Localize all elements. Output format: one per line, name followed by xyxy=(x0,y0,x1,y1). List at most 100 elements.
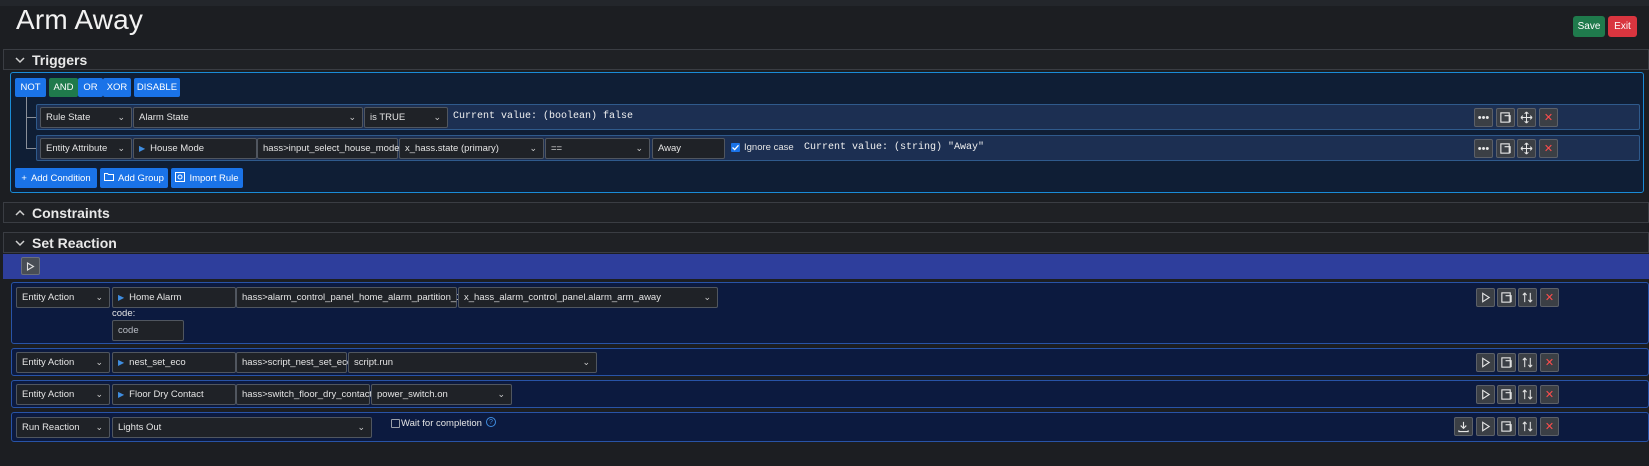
reaction-row: Entity Action ⌄ ▶ Floor Dry Contact hass>s… xyxy=(11,380,1649,408)
play-icon[interactable] xyxy=(1476,385,1495,404)
reaction-select[interactable]: Lights Out ⌄ xyxy=(112,417,372,438)
entity-picker[interactable]: ▶ nest_set_eco xyxy=(112,352,236,373)
reaction-toolbar xyxy=(3,254,1649,279)
chevron-up-icon xyxy=(14,207,28,219)
reaction-type-select[interactable]: Run Reaction ⌄ xyxy=(16,417,110,438)
close-icon[interactable]: ✕ xyxy=(1540,385,1559,404)
attribute-select[interactable]: x_hass.state (primary) ⌄ xyxy=(399,138,544,159)
current-value-text: Current value: (boolean) false xyxy=(453,111,634,122)
page-title: Arm Away xyxy=(16,4,144,35)
ignore-case-checkbox[interactable] xyxy=(731,143,740,152)
top-strip xyxy=(0,0,1649,6)
reaction-row: Entity Action ⌄ ▶ nest_set_eco hass>script… xyxy=(11,348,1649,376)
operator-select[interactable]: == ⌄ xyxy=(545,138,650,159)
plus-icon: + xyxy=(21,172,27,184)
chevron-down-icon: ⌄ xyxy=(529,143,537,153)
expand-icon: ▶ xyxy=(118,293,125,302)
add-condition-button[interactable]: + Add Condition xyxy=(15,168,97,188)
chevron-down-icon: ⌄ xyxy=(357,422,365,432)
chevron-down-icon: ⌄ xyxy=(703,292,711,302)
chevron-down-icon: ⌄ xyxy=(95,389,103,399)
add-group-button[interactable]: Add Group xyxy=(100,168,168,188)
entity-id-field: hass>alarm_control_panel_home_alarm_part… xyxy=(236,287,461,308)
constraints-title: Constraints xyxy=(32,204,110,221)
chevron-down-icon: ⌄ xyxy=(117,143,125,153)
play-icon[interactable] xyxy=(1476,288,1495,307)
constraints-section-header[interactable]: Constraints xyxy=(3,202,1649,223)
triggers-title: Triggers xyxy=(32,51,88,68)
chevron-down-icon: ⌄ xyxy=(95,292,103,302)
ignore-case-label: Ignore case xyxy=(744,142,794,153)
entity-picker[interactable]: ▶ Floor Dry Contact xyxy=(112,384,236,405)
close-icon[interactable]: ✕ xyxy=(1539,108,1558,127)
chevron-down-icon: ⌄ xyxy=(95,357,103,367)
close-icon[interactable]: ✕ xyxy=(1540,353,1559,372)
play-icon[interactable] xyxy=(1476,353,1495,372)
param-label: code: xyxy=(112,308,136,319)
expand-icon: ▶ xyxy=(118,390,125,399)
copy-icon[interactable] xyxy=(1497,417,1516,436)
triggers-section-header[interactable]: Triggers xyxy=(3,49,1649,70)
reorder-icon[interactable] xyxy=(1518,385,1537,404)
condition-row: Rule State ⌄ Alarm State ⌄ is TRUE ⌄ Curren… xyxy=(36,104,1640,130)
exit-button[interactable]: Exit xyxy=(1608,16,1637,37)
move-icon[interactable] xyxy=(1517,139,1536,158)
copy-icon[interactable] xyxy=(1497,288,1516,307)
and-button[interactable]: AND xyxy=(49,78,78,97)
more-icon[interactable]: ••• xyxy=(1474,139,1493,158)
play-icon[interactable] xyxy=(21,257,40,275)
move-icon[interactable] xyxy=(1517,108,1536,127)
reaction-row: Run Reaction ⌄ Lights Out ⌄ Wait for compl… xyxy=(11,412,1649,442)
set-reaction-title: Set Reaction xyxy=(32,234,117,251)
condition-row: Entity Attribute ⌄ ▶ House Mode hass>input… xyxy=(36,135,1640,161)
action-select[interactable]: script.run ⌄ xyxy=(348,352,597,373)
action-select[interactable]: x_hass_alarm_control_panel.alarm_arm_awa… xyxy=(458,287,718,308)
entity-picker[interactable]: ▶ Home Alarm xyxy=(112,287,236,308)
value-input[interactable]: Away xyxy=(652,138,725,159)
copy-icon[interactable] xyxy=(1497,385,1516,404)
reaction-row: Entity Action ⌄ ▶ Home Alarm hass>alarm_co… xyxy=(11,282,1649,344)
help-icon[interactable]: ? xyxy=(486,417,496,427)
entity-picker[interactable]: ▶ House Mode xyxy=(133,138,257,159)
tree-branch xyxy=(26,148,36,149)
chevron-down-icon: ⌄ xyxy=(497,389,505,399)
entity-id-field: hass>script_nest_set_eco xyxy=(236,352,352,373)
import-rule-button[interactable]: Import Rule xyxy=(171,168,243,188)
close-icon[interactable]: ✕ xyxy=(1540,417,1559,436)
not-button[interactable]: NOT xyxy=(15,78,46,97)
wait-for-completion-checkbox[interactable] xyxy=(391,419,400,428)
entity-id-field: hass>input_select_house_mode xyxy=(257,138,400,159)
reorder-icon[interactable] xyxy=(1518,353,1537,372)
copy-icon[interactable] xyxy=(1496,139,1515,158)
action-select[interactable]: power_switch.on ⌄ xyxy=(371,384,512,405)
chevron-down-icon: ⌄ xyxy=(117,112,125,122)
close-icon[interactable]: ✕ xyxy=(1539,139,1558,158)
code-input[interactable]: code xyxy=(112,320,184,341)
reaction-type-select[interactable]: Entity Action ⌄ xyxy=(16,352,110,373)
copy-icon[interactable] xyxy=(1496,108,1515,127)
reorder-icon[interactable] xyxy=(1518,288,1537,307)
xor-button[interactable]: XOR xyxy=(103,78,131,97)
more-icon[interactable]: ••• xyxy=(1474,108,1493,127)
reaction-type-select[interactable]: Entity Action ⌄ xyxy=(16,384,110,405)
chevron-down-icon: ⌄ xyxy=(582,357,590,367)
play-icon[interactable] xyxy=(1476,417,1495,436)
condition-type-select[interactable]: Entity Attribute ⌄ xyxy=(40,138,132,159)
chevron-down-icon: ⌄ xyxy=(635,143,643,153)
set-reaction-section-header[interactable]: Set Reaction xyxy=(3,232,1649,253)
expand-icon: ▶ xyxy=(139,144,146,153)
disable-button[interactable]: DISABLE xyxy=(134,78,180,97)
current-value-text: Current value: (string) "Away" xyxy=(804,142,985,153)
condition-type-select[interactable]: Rule State ⌄ xyxy=(40,107,132,128)
reaction-type-select[interactable]: Entity Action ⌄ xyxy=(16,287,110,308)
chevron-down-icon: ⌄ xyxy=(95,422,103,432)
tree-branch xyxy=(26,117,36,118)
download-icon[interactable] xyxy=(1454,417,1473,436)
close-icon[interactable]: ✕ xyxy=(1540,288,1559,307)
or-button[interactable]: OR xyxy=(78,78,103,97)
save-button[interactable]: Save xyxy=(1573,16,1605,37)
reorder-icon[interactable] xyxy=(1518,417,1537,436)
operator-select[interactable]: is TRUE ⌄ xyxy=(364,107,448,128)
copy-icon[interactable] xyxy=(1497,353,1516,372)
rule-target-select[interactable]: Alarm State ⌄ xyxy=(133,107,363,128)
